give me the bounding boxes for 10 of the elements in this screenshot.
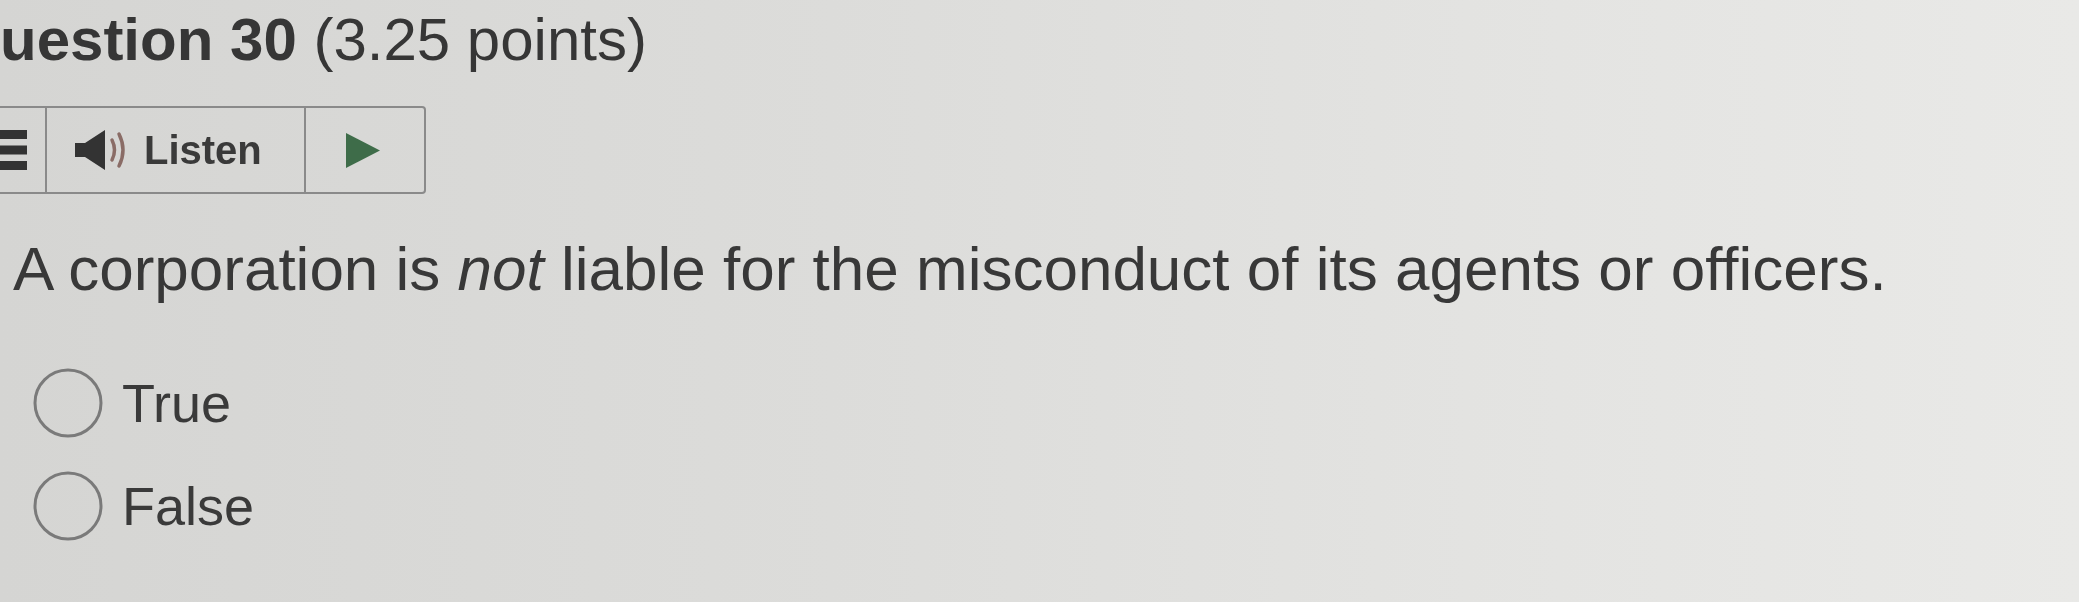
radio-button[interactable] bbox=[33, 368, 103, 438]
question-heading: uestion 30 (3.25 points) bbox=[0, 5, 647, 75]
radio-button[interactable] bbox=[33, 471, 103, 541]
option-label[interactable]: False bbox=[122, 474, 255, 538]
option-label[interactable]: True bbox=[122, 371, 232, 435]
question-text: A corporation is not liable for the misconduct of its agents or officers. bbox=[13, 233, 1887, 305]
menu-icon bbox=[0, 130, 27, 170]
play-icon bbox=[346, 132, 380, 168]
menu-button[interactable] bbox=[0, 108, 47, 192]
listen-button[interactable]: Listen bbox=[47, 108, 306, 192]
